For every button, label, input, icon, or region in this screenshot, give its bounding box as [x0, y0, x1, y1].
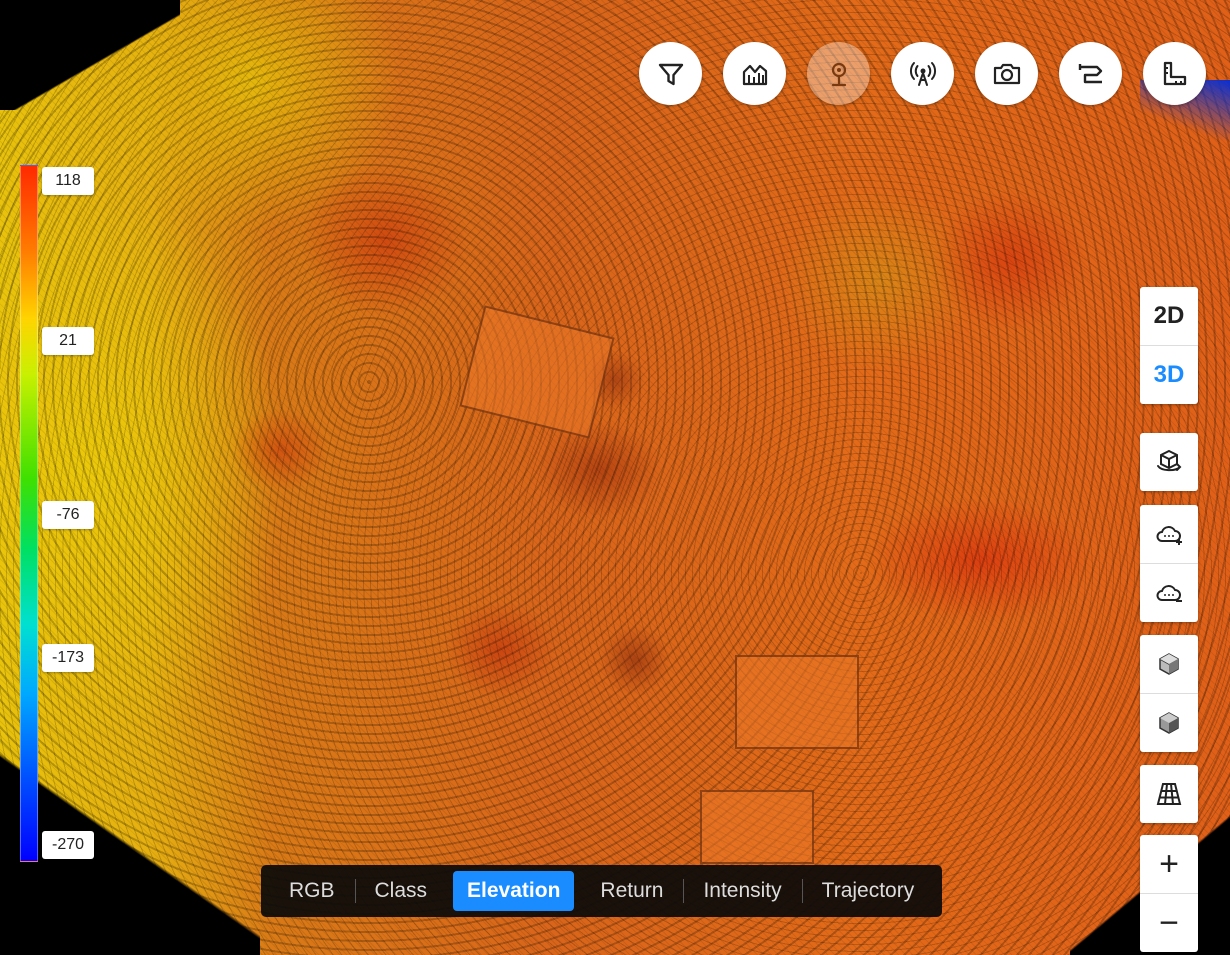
filter-button[interactable]: [639, 42, 702, 105]
top-toolbar: [639, 42, 1206, 105]
screenshot-button[interactable]: [975, 42, 1038, 105]
shading-button-1[interactable]: [1140, 635, 1198, 693]
grid-group: [1140, 765, 1198, 823]
measure-button[interactable]: [1143, 42, 1206, 105]
rotate-view-button[interactable]: [1140, 433, 1198, 491]
shading-group: [1140, 635, 1198, 752]
grid-perspective-icon: [1156, 783, 1182, 805]
legend-label-max: 118: [42, 167, 94, 195]
view-mode-toggle: 2D 3D: [1140, 287, 1198, 404]
area-chart-icon: [742, 64, 767, 85]
antenna-icon: [909, 61, 936, 86]
tab-trajectory[interactable]: Trajectory: [801, 871, 935, 911]
view-2d-button[interactable]: 2D: [1140, 287, 1198, 345]
cube-rotate-icon: [1157, 449, 1182, 472]
map-pin-icon: [831, 62, 846, 86]
broadcast-button[interactable]: [891, 42, 954, 105]
tab-rgb[interactable]: RGB: [269, 871, 355, 911]
legend-label: -76: [42, 501, 94, 529]
point-cloud-viewer[interactable]: 118 21 -76 -173 -270 2D 3D + − RGB Class…: [0, 0, 1230, 955]
building-roof: [735, 655, 859, 749]
cube-solid-icon: [1159, 712, 1179, 734]
cube-icon: [1159, 653, 1179, 675]
decrease-point-size-button[interactable]: [1140, 563, 1198, 622]
legend-label: -173: [42, 644, 94, 672]
tab-intensity[interactable]: Intensity: [683, 871, 801, 911]
point-size-group: [1140, 505, 1198, 622]
route-icon: [1078, 63, 1102, 83]
path-button[interactable]: [1059, 42, 1122, 105]
legend-color-ramp: [20, 165, 38, 862]
shading-button-2[interactable]: [1140, 693, 1198, 752]
cloud-plus-icon: [1156, 526, 1182, 545]
profile-button[interactable]: [723, 42, 786, 105]
color-mode-tabs: RGB Class Elevation Return Intensity Tra…: [261, 865, 943, 917]
cloud-minus-icon: [1156, 585, 1182, 602]
elevation-legend: 118 21 -76 -173 -270: [20, 165, 110, 865]
ruler-icon: [1163, 61, 1186, 85]
tab-return[interactable]: Return: [580, 871, 683, 911]
location-button[interactable]: [807, 42, 870, 105]
tab-class[interactable]: Class: [354, 871, 448, 911]
filter-icon: [658, 63, 683, 85]
zoom-out-button[interactable]: −: [1140, 893, 1198, 952]
zoom-group: + −: [1140, 835, 1198, 952]
legend-label-min: -270: [42, 831, 94, 859]
grid-toggle-button[interactable]: [1140, 765, 1198, 823]
empty-area: [0, 0, 180, 110]
zoom-in-button[interactable]: +: [1140, 835, 1198, 893]
legend-label: 21: [42, 327, 94, 355]
camera-icon: [993, 63, 1020, 84]
view-3d-button[interactable]: 3D: [1140, 345, 1198, 404]
increase-point-size-button[interactable]: [1140, 505, 1198, 563]
tab-elevation[interactable]: Elevation: [453, 871, 575, 911]
rotate-group: [1140, 433, 1198, 491]
building-roof: [700, 790, 814, 864]
